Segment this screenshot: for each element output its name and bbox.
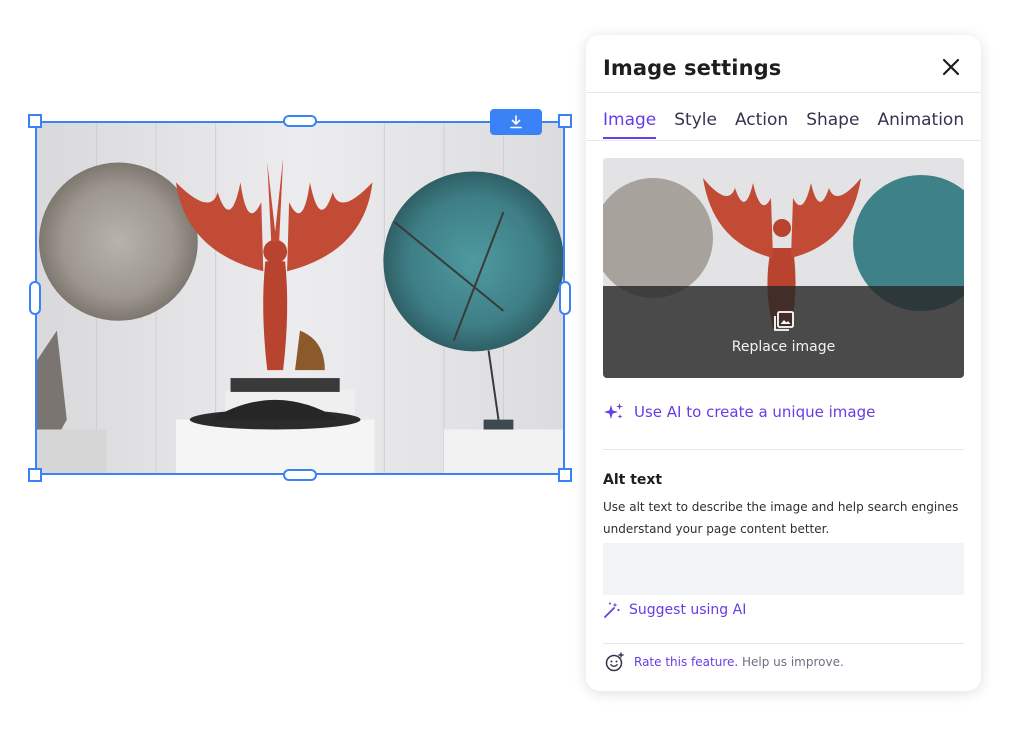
resize-handle-right[interactable] (559, 281, 571, 315)
ai-create-image-label: Use AI to create a unique image (634, 403, 876, 421)
resize-handle-top-right[interactable] (558, 114, 572, 128)
ai-create-image-link[interactable]: Use AI to create a unique image (603, 402, 875, 422)
image-settings-panel: Image settings Image Style Action Shape … (586, 35, 981, 691)
divider (603, 643, 964, 644)
alt-text-input[interactable] (603, 543, 964, 595)
selected-image[interactable] (35, 121, 565, 475)
panel-title: Image settings (603, 56, 782, 80)
resize-handle-bottom-left[interactable] (28, 468, 42, 482)
resize-handle-top-left[interactable] (28, 114, 42, 128)
alt-text-heading: Alt text (603, 472, 663, 488)
resize-handle-left[interactable] (29, 281, 41, 315)
tab-animation[interactable]: Animation (877, 110, 964, 138)
download-icon (510, 115, 522, 129)
resize-handle-top[interactable] (283, 115, 317, 127)
smiley-icon (605, 652, 624, 672)
tab-shape[interactable]: Shape (806, 110, 859, 138)
feedback-row: Rate this feature. Help us improve. (605, 652, 844, 672)
image-gallery-icon (773, 311, 794, 331)
resize-handle-bottom-right[interactable] (558, 468, 572, 482)
tabs-divider (586, 140, 981, 141)
tab-action[interactable]: Action (735, 110, 788, 138)
sculpture-photo (37, 123, 563, 473)
magic-wand-icon (604, 602, 620, 618)
rate-feature-link[interactable]: Rate this feature. (634, 655, 738, 669)
settings-tabs: Image Style Action Shape Animation (603, 110, 964, 139)
feedback-text: Help us improve. (738, 655, 844, 669)
divider (586, 92, 981, 93)
download-button[interactable] (490, 109, 542, 135)
divider (603, 449, 964, 450)
image-preview: Replace image (603, 158, 964, 378)
tab-style[interactable]: Style (674, 110, 717, 138)
sparkles-icon (604, 403, 623, 419)
replace-image-label: Replace image (731, 339, 836, 355)
close-button[interactable] (940, 56, 962, 78)
tab-image[interactable]: Image (603, 110, 657, 139)
replace-image-button[interactable]: Replace image (603, 286, 964, 378)
close-icon (942, 58, 960, 76)
suggest-using-ai-label: Suggest using AI (629, 602, 747, 618)
suggest-using-ai-link[interactable]: Suggest using AI (603, 601, 746, 619)
resize-handle-bottom[interactable] (283, 469, 317, 481)
alt-text-description: Use alt text to describe the image and h… (603, 500, 959, 536)
